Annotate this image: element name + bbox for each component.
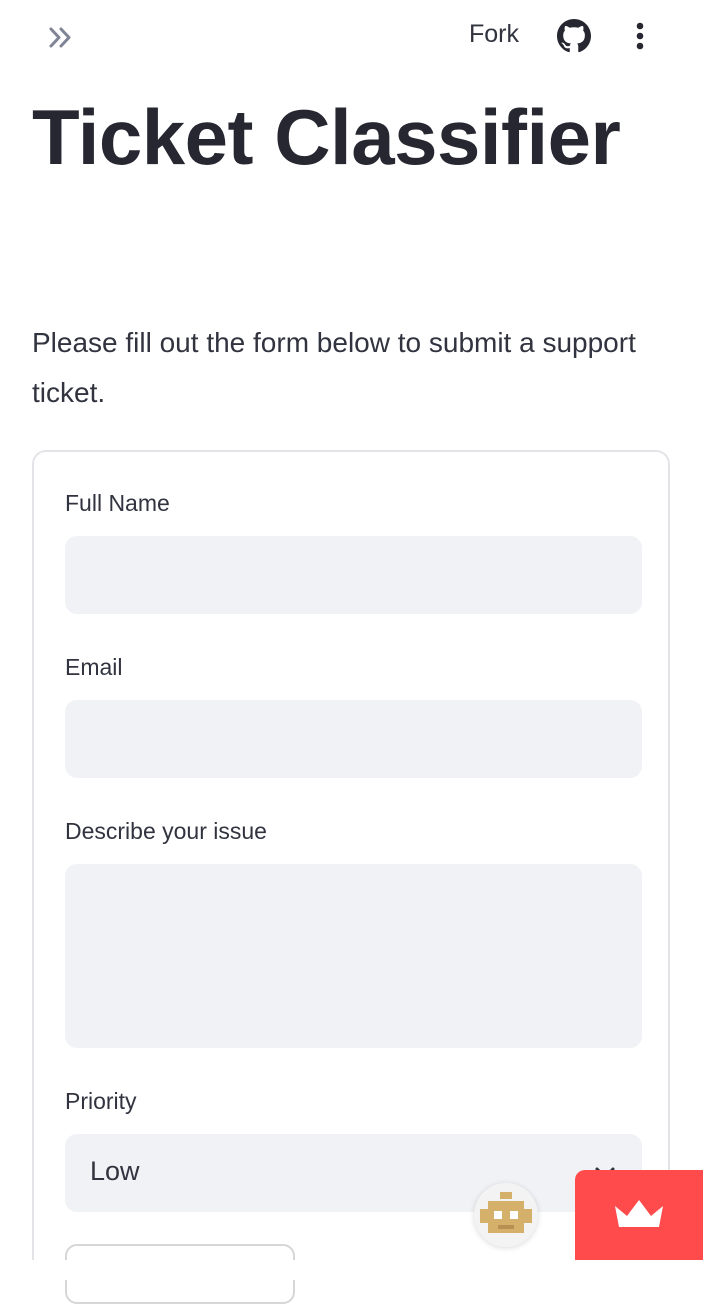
- email-input[interactable]: [65, 700, 642, 778]
- ticket-form: Full Name Email Describe your issue Prio…: [32, 450, 670, 1304]
- robot-icon: [480, 1192, 532, 1233]
- full-name-input[interactable]: [65, 536, 642, 614]
- fork-link[interactable]: Fork: [469, 20, 519, 49]
- crown-icon: [615, 1200, 663, 1227]
- kebab-menu-icon: [636, 22, 644, 50]
- full-name-label: Full Name: [65, 490, 170, 516]
- streamlit-badge[interactable]: [575, 1170, 703, 1260]
- priority-label: Priority: [65, 1088, 137, 1114]
- expand-sidebar-button[interactable]: [46, 22, 78, 54]
- top-bar: Fork: [0, 0, 703, 72]
- intro-text: Please fill out the form below to submit…: [32, 327, 636, 408]
- double-chevron-right-icon: [49, 27, 71, 48]
- email-label: Email: [65, 654, 123, 680]
- issue-textarea[interactable]: [65, 864, 642, 1048]
- page-title: Ticket Classifier: [32, 93, 621, 181]
- priority-selected-value: Low: [90, 1156, 140, 1186]
- main-menu-button[interactable]: [628, 20, 652, 52]
- github-icon: [557, 19, 591, 53]
- priority-select[interactable]: Low: [65, 1134, 642, 1212]
- assistant-avatar-button[interactable]: [474, 1183, 538, 1247]
- issue-label: Describe your issue: [65, 818, 267, 844]
- github-link[interactable]: [557, 19, 591, 53]
- bottom-bar: [0, 1260, 703, 1280]
